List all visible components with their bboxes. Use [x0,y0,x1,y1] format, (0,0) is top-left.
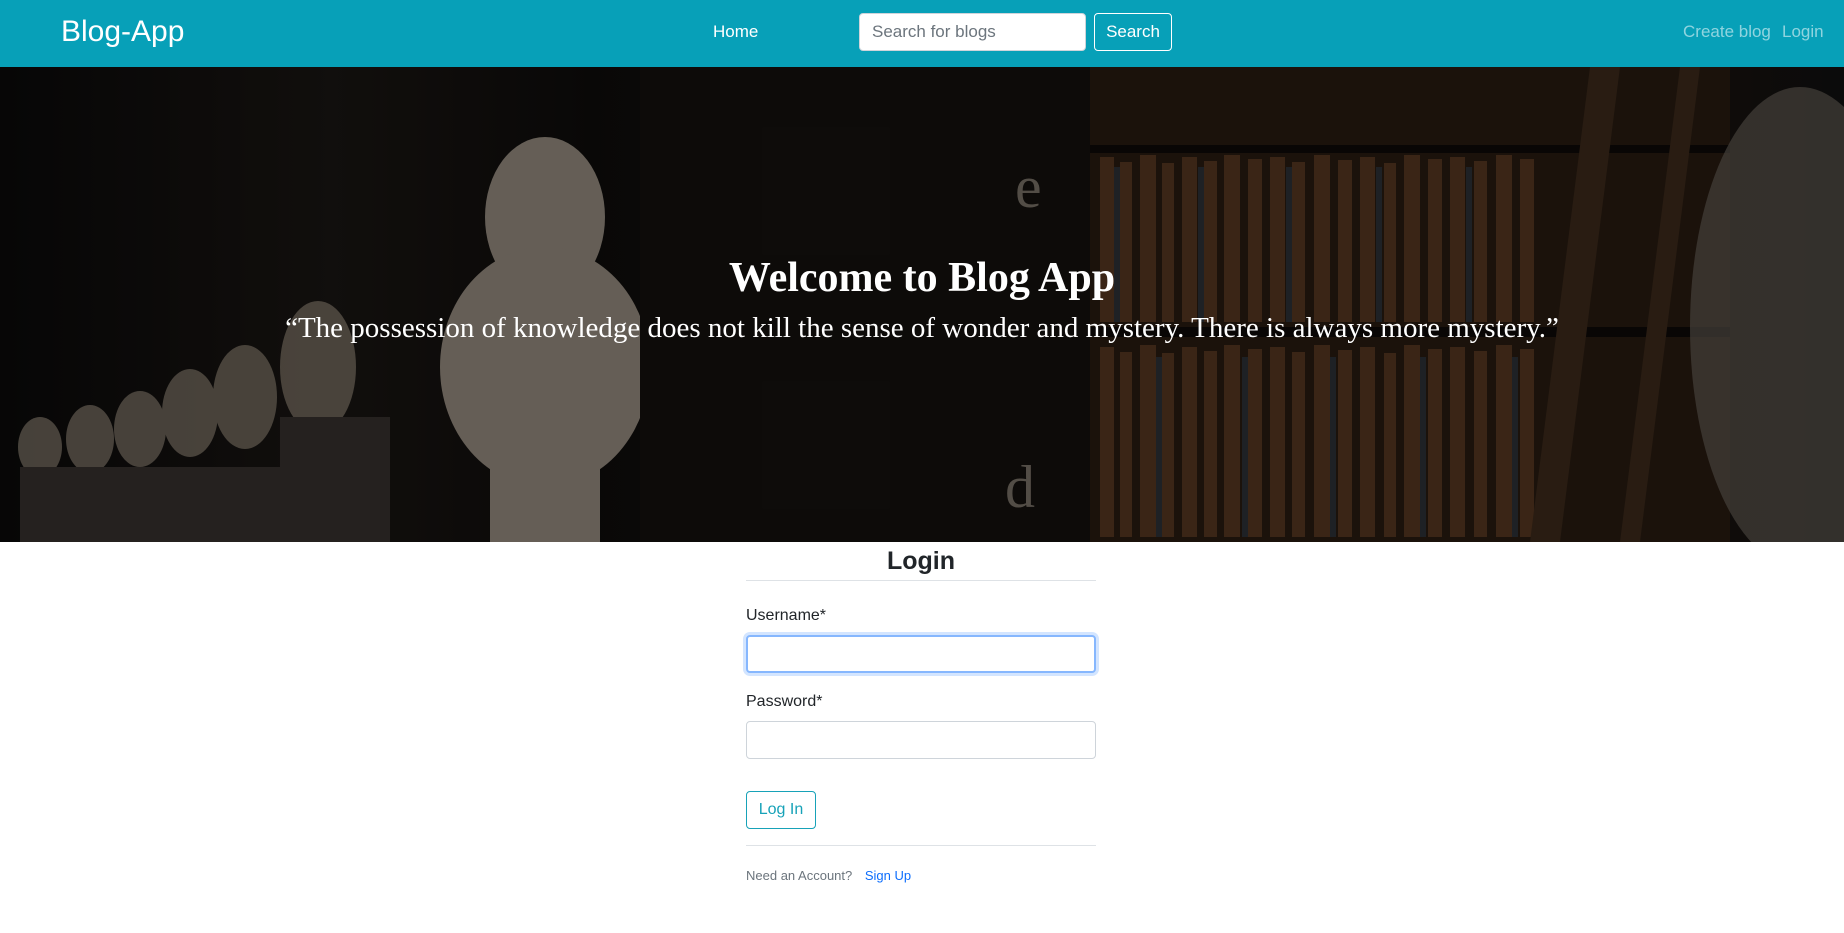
password-input[interactable] [746,721,1096,759]
log-in-button[interactable]: Log In [746,791,816,829]
hero-dark-overlay [0,67,1844,542]
nav-login-link[interactable]: Login [1782,20,1824,44]
search-input[interactable] [859,13,1086,51]
form-divider [746,845,1096,846]
brand-logo-link[interactable]: Blog-App [61,13,184,51]
sign-up-link[interactable]: Sign Up [865,868,911,883]
hero-quote: “The possession of knowledge does not ki… [285,312,1559,344]
login-title: Login [746,542,1096,581]
need-account-text: Need an Account? [746,868,853,883]
username-input[interactable] [746,635,1096,673]
top-navbar: Blog-App Home Search Create blog Login [0,0,1844,67]
username-label: Username* [746,607,827,624]
login-form: Login Username* Password* Log In Need an… [746,542,1096,883]
search-button[interactable]: Search [1094,13,1172,51]
nav-create-blog-link[interactable]: Create blog [1683,20,1771,44]
hero-banner: e d Welcome to Blog App “The possession … [0,67,1844,542]
hero-title: Welcome to Blog App [728,255,1116,301]
signup-prompt: Need an Account? Sign Up [746,867,911,885]
nav-home-link[interactable]: Home [713,20,758,44]
password-label: Password* [746,693,823,710]
